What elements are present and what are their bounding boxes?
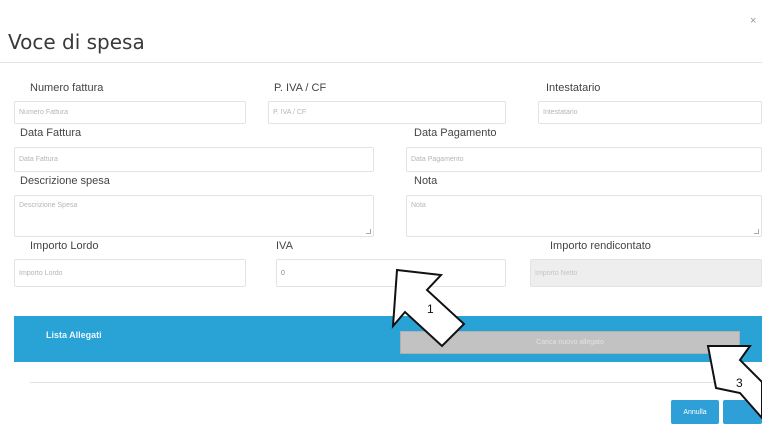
callout-number-3: 3 [736,376,743,390]
callout-number-1: 1 [427,302,434,316]
callout-arrow-1-icon [391,268,762,420]
